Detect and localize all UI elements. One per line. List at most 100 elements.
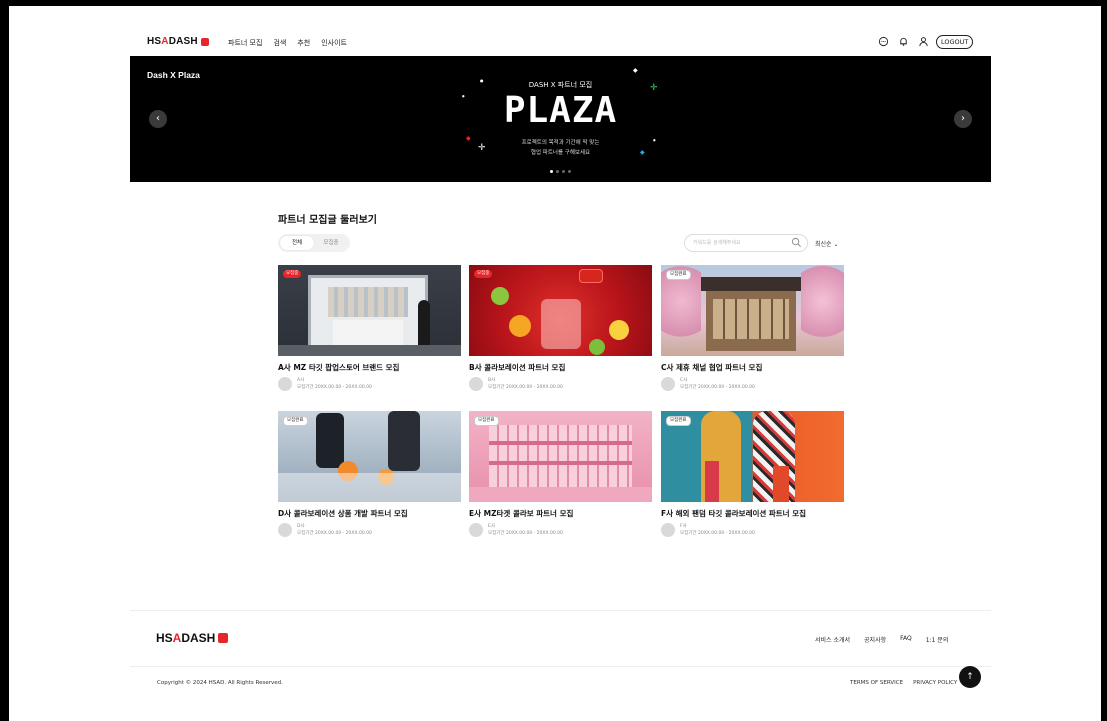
tab-recruiting[interactable]: 모집중 (314, 236, 348, 250)
avatar (661, 377, 675, 391)
card-image: 모집완료 (661, 411, 844, 502)
search-input[interactable]: 키워드를 검색해주세요 (684, 234, 808, 252)
card-meta: F사 모집기간 20XX.00.00 - 20XX.00.00 (661, 523, 844, 537)
card-meta: E사 모집기간 20XX.00.00 - 20XX.00.00 (469, 523, 652, 537)
header-icons (878, 36, 929, 47)
recruit-card[interactable]: 모집완료 F사 해외 팬덤 타깃 콜라보레이션 파트너 모집 F사 모집기간 2… (661, 411, 844, 537)
card-meta: A사 모집기간 20XX.00.00 - 20XX.00.00 (278, 377, 461, 391)
card-title: F사 해외 팬덤 타깃 콜라보레이션 파트너 모집 (661, 509, 806, 518)
bottle-shape (316, 413, 344, 468)
logo-text: HS (156, 631, 173, 645)
filter-tabs: 전체 모집중 (278, 234, 350, 252)
nav-search[interactable]: 검색 (273, 38, 286, 48)
status-badge: 모집완료 (666, 416, 691, 426)
pagination-dot[interactable] (562, 170, 565, 173)
shelf-line-shape (489, 461, 632, 465)
card-image: 모집완료 (469, 411, 652, 502)
sparkle-icon: ✛ (478, 143, 486, 153)
footer-link-service-intro[interactable]: 서비스 소개서 (815, 635, 850, 644)
floor-shape (469, 487, 652, 502)
shop-window-shape (713, 299, 789, 339)
main-nav: 파트너 모집 검색 추천 인사이트 (228, 38, 347, 48)
recruit-card[interactable]: 모집완료 D사 콜라보레이션 상품 개발 파트너 모집 D사 모집기간 20XX… (278, 411, 461, 537)
recruit-card[interactable]: 모집중 B사 콜라보레이션 파트너 모집 B사 모집기간 20XX.00.00 … (469, 265, 652, 391)
card-title: E사 MZ타겟 콜라보 파트너 모집 (469, 509, 574, 518)
avatar (469, 377, 483, 391)
card-title: B사 콜라보레이션 파트너 모집 (469, 363, 566, 372)
company-name: F사 (680, 524, 687, 529)
bell-icon[interactable] (898, 36, 909, 47)
pants-shape (705, 461, 719, 502)
recruit-period: 모집기간 20XX.00.00 - 20XX.00.00 (297, 385, 372, 390)
glass-shape (541, 299, 581, 349)
logo-text: DASH (168, 36, 198, 47)
footer-divider (130, 666, 991, 667)
search-icon[interactable] (791, 237, 802, 248)
footer-logo[interactable]: HS A DASH (156, 631, 229, 645)
banner-prev-button[interactable]: ‹ (149, 110, 167, 128)
tab-all[interactable]: 전체 (280, 236, 314, 250)
banner-description: 프로젝트의 목적과 기간에 딱 맞는 협업 파트너를 구해보세요 (130, 138, 991, 158)
avatar (278, 377, 292, 391)
terms-of-service-link[interactable]: TERMS OF SERVICE (850, 680, 903, 686)
recruit-period: 모집기간 20XX.00.00 - 20XX.00.00 (488, 531, 563, 536)
sort-label: 최신순 (815, 241, 832, 248)
status-badge: 모집중 (474, 270, 493, 278)
footer-link-faq[interactable]: FAQ (900, 635, 912, 644)
scroll-to-top-button[interactable]: ↑ (959, 666, 981, 688)
recruit-card[interactable]: 모집중 A사 MZ 타깃 팝업스토어 브랜드 모집 A사 모집기간 20XX.0… (278, 265, 461, 391)
fruit-shape (509, 315, 531, 337)
chat-icon[interactable] (878, 36, 889, 47)
shelf-shape (489, 425, 632, 487)
company-name: C사 (680, 378, 688, 383)
pagination-dot[interactable] (556, 170, 559, 173)
company-name: D사 (297, 524, 305, 529)
section-title: 파트너 모집글 둘러보기 (278, 215, 377, 226)
sort-dropdown[interactable]: 최신순 ⌄ (815, 239, 839, 248)
company-name: E사 (488, 524, 495, 529)
footer-link-notice[interactable]: 공지사항 (864, 635, 886, 644)
fruit-shape (589, 339, 605, 355)
logo-badge-icon (218, 633, 229, 643)
logo[interactable]: HS A DASH (147, 36, 209, 47)
logo-badge-icon (200, 37, 209, 46)
card-image: 모집완료 (278, 411, 461, 502)
header: HS A DASH 파트너 모집 검색 추천 인사이트 LOGOUT (9, 6, 1101, 56)
pagination-dot[interactable] (550, 170, 553, 173)
pants-shape (773, 466, 789, 502)
banner-pagination (550, 170, 571, 173)
card-meta: C사 모집기간 20XX.00.00 - 20XX.00.00 (661, 377, 844, 391)
recruit-period: 모집기간 20XX.00.00 - 20XX.00.00 (680, 385, 755, 390)
ice-shape (278, 473, 461, 502)
logo-text: A (161, 36, 169, 47)
copyright: Copyright © 2024 HSAD. All Rights Reserv… (157, 680, 283, 686)
blossom-shape (801, 265, 844, 356)
recruit-period: 모집기간 20XX.00.00 - 20XX.00.00 (297, 531, 372, 536)
user-icon[interactable] (918, 36, 929, 47)
nav-partner-recruit[interactable]: 파트너 모집 (228, 38, 262, 48)
shelf-shape (328, 287, 408, 317)
status-badge: 모집중 (283, 270, 302, 278)
roof-shape (701, 277, 801, 291)
footer-link-inquiry[interactable]: 1:1 문의 (926, 635, 949, 644)
banner-next-button[interactable]: › (954, 110, 972, 128)
nav-recommend[interactable]: 추천 (297, 38, 310, 48)
logo-text: A (172, 631, 182, 645)
recruit-card[interactable]: 모집완료 E사 MZ타겟 콜라보 파트너 모집 E사 모집기간 20XX.00.… (469, 411, 652, 537)
avatar (469, 523, 483, 537)
banner-title: PLAZA (503, 90, 618, 131)
card-title: A사 MZ 타깃 팝업스토어 브랜드 모집 (278, 363, 400, 372)
card-meta-text: B사 모집기간 20XX.00.00 - 20XX.00.00 (488, 377, 563, 391)
pagination-dot[interactable] (568, 170, 571, 173)
recruit-card[interactable]: 모집완료 C사 제휴 채널 협업 파트너 모집 C사 모집기간 20XX.00.… (661, 265, 844, 391)
logo-text: DASH (181, 631, 216, 645)
logo-text: HS (147, 36, 162, 47)
privacy-policy-link[interactable]: PRIVACY POLICY (913, 680, 957, 686)
fruit-shape (491, 287, 509, 305)
logout-button[interactable]: LOGOUT (936, 35, 974, 49)
fruit-shape (609, 320, 629, 340)
footer-links: 서비스 소개서 공지사항 FAQ 1:1 문의 (815, 635, 948, 644)
hero-banner[interactable]: Dash X Plaza DASH X 파트너 모집 PLAZA 프로젝트의 목… (130, 56, 991, 182)
card-title: D사 콜라보레이션 상품 개발 파트너 모집 (278, 509, 408, 518)
nav-insight[interactable]: 인사이트 (321, 38, 347, 48)
